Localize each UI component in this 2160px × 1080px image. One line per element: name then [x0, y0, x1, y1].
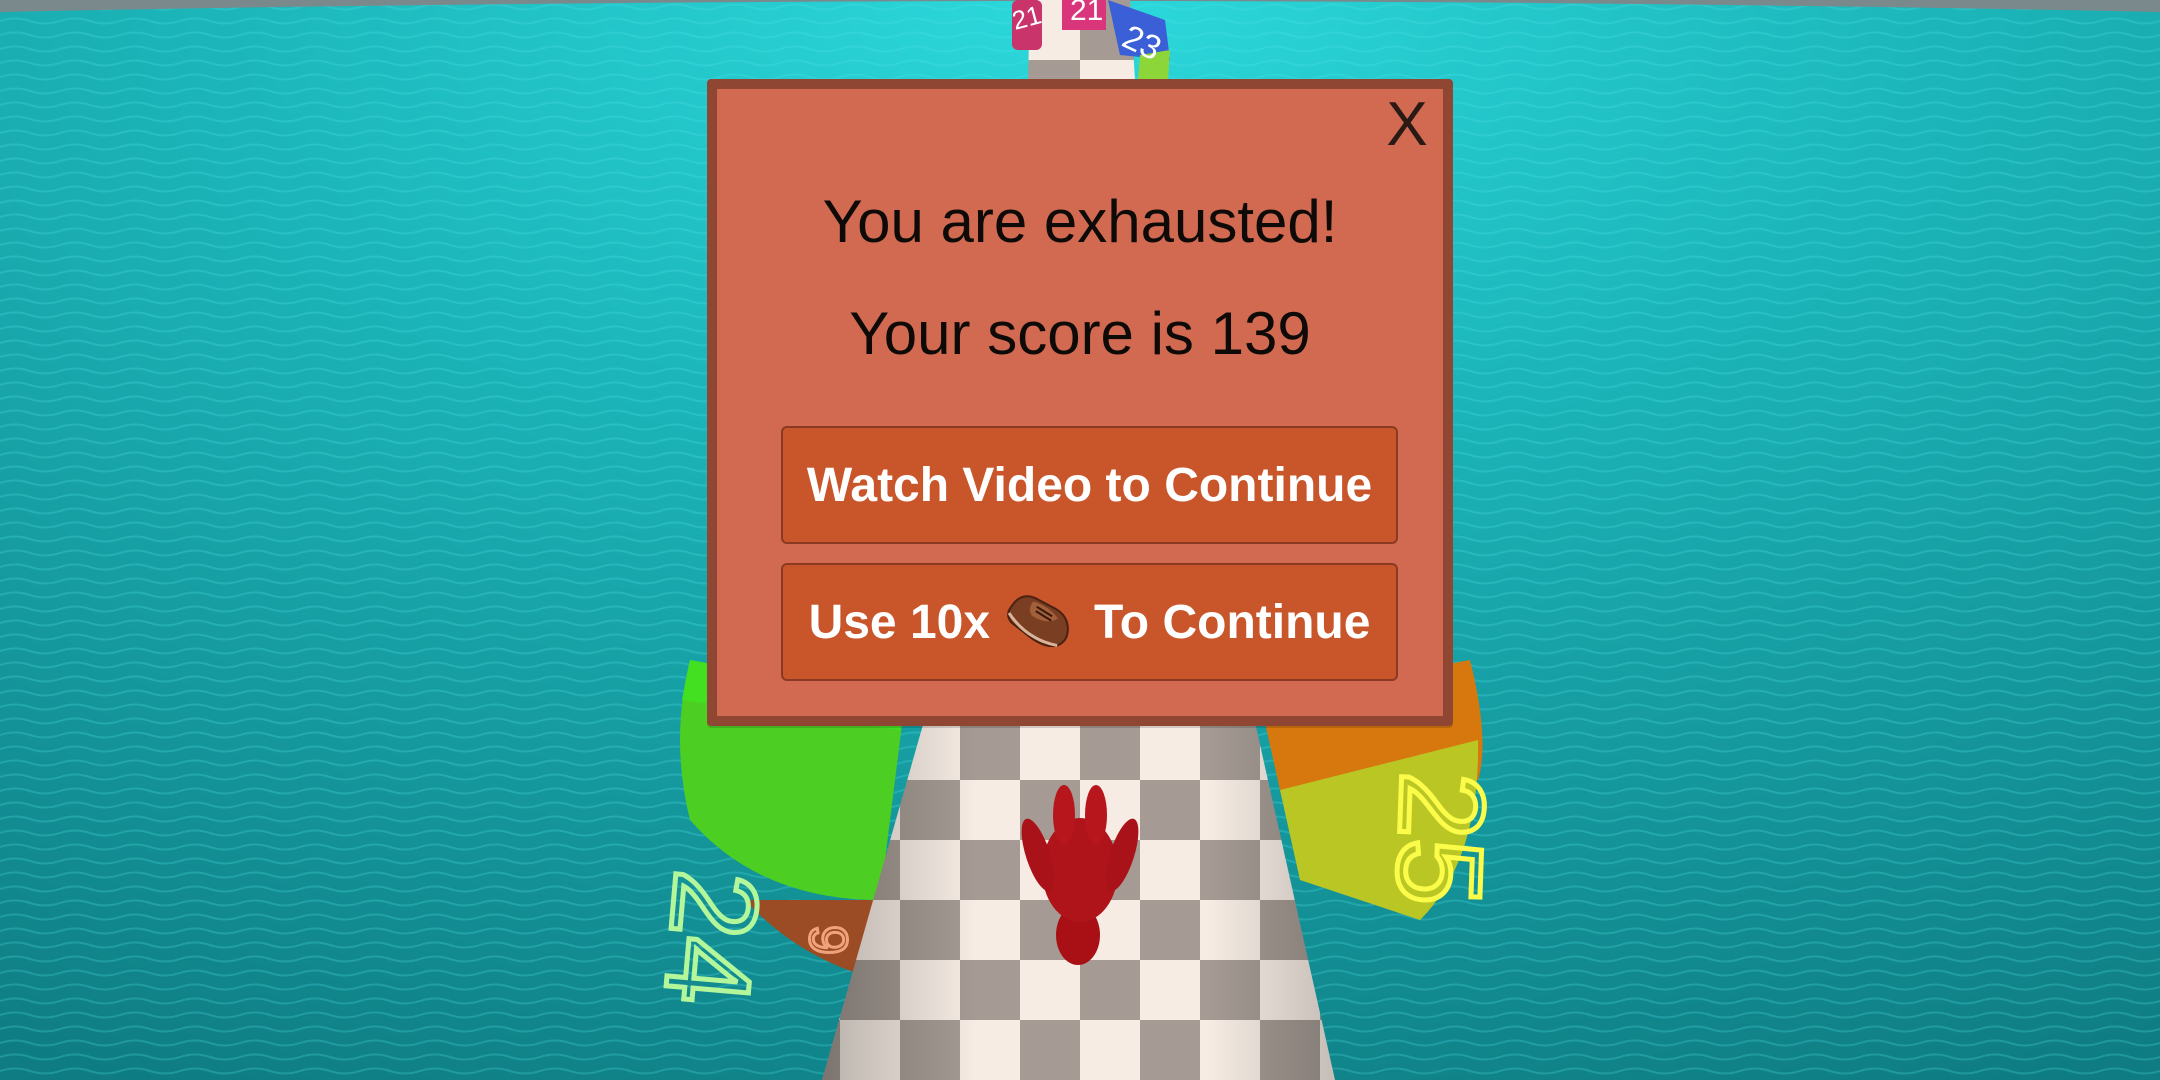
- far-number-2: 21: [1070, 0, 1103, 27]
- use-shoes-button[interactable]: Use 10x To Continue: [781, 563, 1398, 681]
- watch-video-label: Watch Video to Continue: [806, 458, 1373, 512]
- use-shoes-prefix: Use 10x: [808, 595, 991, 649]
- exhausted-dialog: X You are exhausted! Your score is 139 W…: [707, 79, 1453, 726]
- close-button[interactable]: X: [1379, 89, 1435, 161]
- score-text: Your score is 139: [849, 300, 1311, 367]
- use-shoes-suffix: To Continue: [1094, 595, 1371, 649]
- shoe-icon: [1000, 580, 1080, 664]
- ring-number-24: 24: [639, 866, 784, 1011]
- ring-number-9: 9: [798, 925, 858, 955]
- ring-number-25: 25: [1371, 770, 1510, 908]
- watch-video-button[interactable]: Watch Video to Continue: [781, 426, 1398, 544]
- dialog-title: You are exhausted!: [822, 188, 1338, 255]
